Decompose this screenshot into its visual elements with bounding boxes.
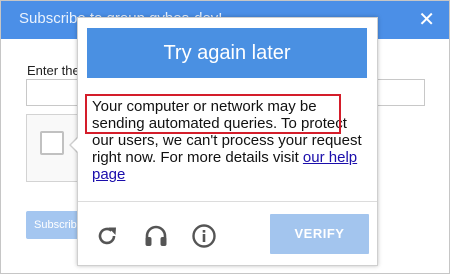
verify-button[interactable]: VERIFY [270, 214, 369, 254]
close-icon[interactable]: ✕ [418, 7, 435, 31]
form-label: Enter the [27, 63, 80, 78]
popup-divider [78, 201, 377, 202]
reload-icon[interactable] [94, 223, 120, 249]
challenge-message: Your computer or network may be sending … [92, 98, 364, 183]
recaptcha-checkbox[interactable] [40, 131, 64, 155]
popup-arrow-inner [71, 137, 79, 153]
info-icon[interactable] [191, 223, 217, 249]
challenge-banner: Try again later [87, 28, 367, 78]
headphones-icon[interactable] [143, 223, 169, 249]
recaptcha-challenge-popup: Try again later Your computer or network… [77, 17, 378, 266]
